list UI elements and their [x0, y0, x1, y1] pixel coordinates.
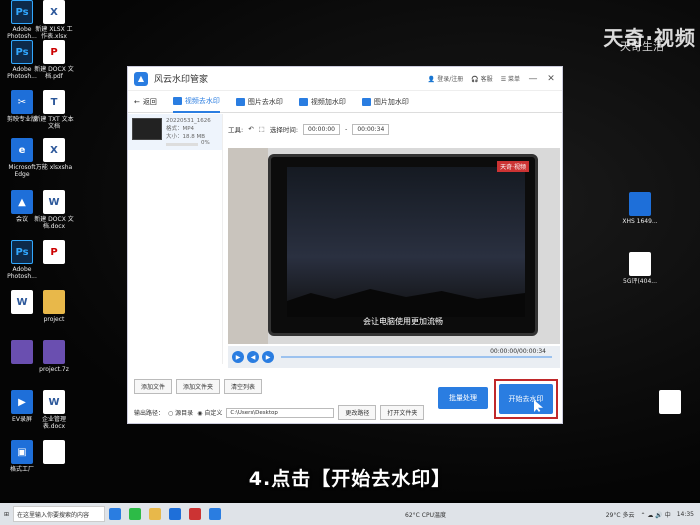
folder-icon[interactable]	[149, 508, 162, 520]
image-icon	[361, 97, 371, 106]
service-button[interactable]: 🎧 客服	[471, 74, 492, 83]
taskbar: ⊞ 在这里输入你要搜索的内容 62°C CPU温度 29°C 多云 ⌃ ☁ 🔊 …	[0, 503, 700, 525]
file-icon: ▶	[11, 390, 33, 414]
wechat-icon[interactable]	[129, 508, 142, 520]
app-icon[interactable]	[189, 508, 202, 520]
file-icon: T	[43, 90, 65, 114]
caption: 4.点击【开始去水印】	[248, 468, 452, 490]
login-button[interactable]: 👤 登录/注册	[428, 74, 463, 83]
file-icon: ▲	[11, 190, 33, 214]
video-thumbnail	[132, 118, 162, 140]
file-icon	[11, 340, 33, 364]
file-icon: W	[11, 290, 33, 314]
app-window: ▲ 风云水印管家 👤 登录/注册 🎧 客服 ☰ 菜单 — ✕ ← 返回 视频去水…	[127, 66, 563, 424]
file-icon: Ps	[11, 0, 33, 24]
forward-icon[interactable]: ▶	[262, 351, 274, 363]
back-button[interactable]: ← 返回	[134, 91, 157, 113]
undo-icon[interactable]: ↶	[248, 125, 253, 133]
video-icon	[172, 96, 182, 105]
progress-bar	[166, 142, 198, 146]
menu-button[interactable]: ☰ 菜单	[501, 74, 520, 83]
file-icon	[629, 192, 651, 216]
desktop-icon[interactable]: W 企业管理表.docx	[34, 390, 74, 430]
desktop-icon[interactable]	[650, 390, 690, 416]
file-icon	[659, 390, 681, 414]
video-subtitle: 会让电脑使用更加流畅	[363, 317, 443, 326]
minimize-icon[interactable]: —	[528, 74, 538, 84]
file-icon: W	[43, 390, 65, 414]
radio-custom[interactable]: ◉ 自定义	[197, 408, 222, 417]
play-icon[interactable]: ▶	[232, 351, 244, 363]
file-icon	[629, 252, 651, 276]
file-icon: Ps	[11, 240, 33, 264]
toolbar: 工具: ↶ ⬚ 选择时间: 00:00:00 - 00:00:34	[228, 121, 558, 137]
browse-button[interactable]: 更改路径	[338, 405, 377, 420]
tab-video-add[interactable]: 视频加水印	[298, 91, 346, 113]
file-icon: e	[11, 138, 33, 162]
taskview-icon[interactable]	[109, 508, 122, 520]
image-icon	[235, 97, 245, 106]
title-bar: ▲ 风云水印管家 👤 登录/注册 🎧 客服 ☰ 菜单 — ✕	[128, 67, 562, 91]
file-icon: ▣	[11, 440, 33, 464]
open-folder-button[interactable]: 打开文件夹	[380, 405, 425, 420]
file-item[interactable]: 20220531_1626 格式：MP4 大小：18.8 MB 0%	[128, 114, 222, 150]
file-icon: ✂	[11, 90, 33, 114]
desktop-icon[interactable]	[34, 440, 74, 466]
clear-list-button[interactable]: 清空列表	[224, 379, 263, 394]
tab-image-add[interactable]: 图片加水印	[361, 91, 409, 113]
desktop-icon[interactable]: project	[34, 290, 74, 323]
player-controls: ▶ ◀ ▶ 00:00:00/00:00:34	[228, 346, 560, 368]
tray-icons[interactable]: ⌃ ☁ 🔊 中	[640, 510, 670, 519]
desktop-icon[interactable]: X 新建 XLSX 工作表.xlsx	[34, 0, 74, 40]
edge-icon[interactable]	[169, 508, 182, 520]
add-file-button[interactable]: 添加文件	[134, 379, 173, 394]
start-time-input[interactable]: 00:00:00	[303, 123, 340, 135]
seek-bar[interactable]: 00:00:00/00:00:34	[281, 348, 552, 358]
tab-bar: ← 返回 视频去水印 图片去水印 视频加水印 图片加水印	[128, 91, 562, 113]
taskbar-search[interactable]: 在这里输入你要搜索的内容	[13, 506, 106, 522]
file-icon: Ps	[11, 40, 33, 64]
add-folder-button[interactable]: 添加文件夹	[176, 379, 221, 394]
file-icon: W	[43, 190, 65, 214]
desktop-icon[interactable]: P	[34, 240, 74, 266]
end-time-input[interactable]: 00:00:34	[352, 123, 390, 135]
select-box-icon[interactable]: ⬚	[259, 125, 265, 133]
desktop-icon[interactable]: W 新建 DOCX 文档.docx	[34, 190, 74, 230]
start-remove-button[interactable]: 开始去水印	[499, 384, 553, 414]
file-icon	[43, 440, 65, 464]
file-list: 20220531_1626 格式：MP4 大小：18.8 MB 0%	[128, 114, 223, 364]
video-icon	[298, 97, 308, 106]
watermark-sub: 天奇生活	[620, 40, 664, 53]
start-highlight: 开始去水印	[494, 379, 558, 419]
desktop-icon[interactable]: 5G评(404...	[620, 252, 660, 285]
file-icon: P	[43, 240, 65, 264]
tab-video-remove[interactable]: 视频去水印	[172, 91, 220, 113]
radio-source[interactable]: ○ 源目录	[168, 408, 193, 417]
file-icon	[43, 340, 65, 364]
app-title: 风云水印管家	[154, 75, 209, 85]
output-path-input[interactable]: C:\Users\Desktop	[226, 407, 335, 418]
desktop-icon[interactable]: P 新建 DOCX 文档.pdf	[34, 40, 74, 80]
tab-image-remove[interactable]: 图片去水印	[235, 91, 283, 113]
desktop-icon[interactable]: T 新建 TXT 文本文档	[34, 90, 74, 130]
windows-start-icon[interactable]: ⊞	[4, 511, 9, 518]
desktop-icon[interactable]: XHS 1649...	[620, 192, 660, 225]
file-icon	[43, 290, 65, 314]
app-logo-icon: ▲	[134, 71, 148, 86]
batch-process-button[interactable]: 批量处理	[438, 387, 488, 409]
desktop-icon[interactable]: project.7z	[34, 340, 74, 373]
file-icon: X	[43, 0, 65, 24]
file-icon: X	[43, 138, 65, 162]
desktop-icon[interactable]: X 万能 xlsxsha	[34, 138, 74, 171]
rewind-icon[interactable]: ◀	[247, 351, 259, 363]
video-preview[interactable]: 天奇·视频 会让电脑使用更加流畅	[228, 148, 560, 344]
file-icon: P	[43, 40, 65, 64]
close-icon[interactable]: ✕	[546, 74, 556, 84]
app-icon[interactable]	[209, 508, 222, 520]
